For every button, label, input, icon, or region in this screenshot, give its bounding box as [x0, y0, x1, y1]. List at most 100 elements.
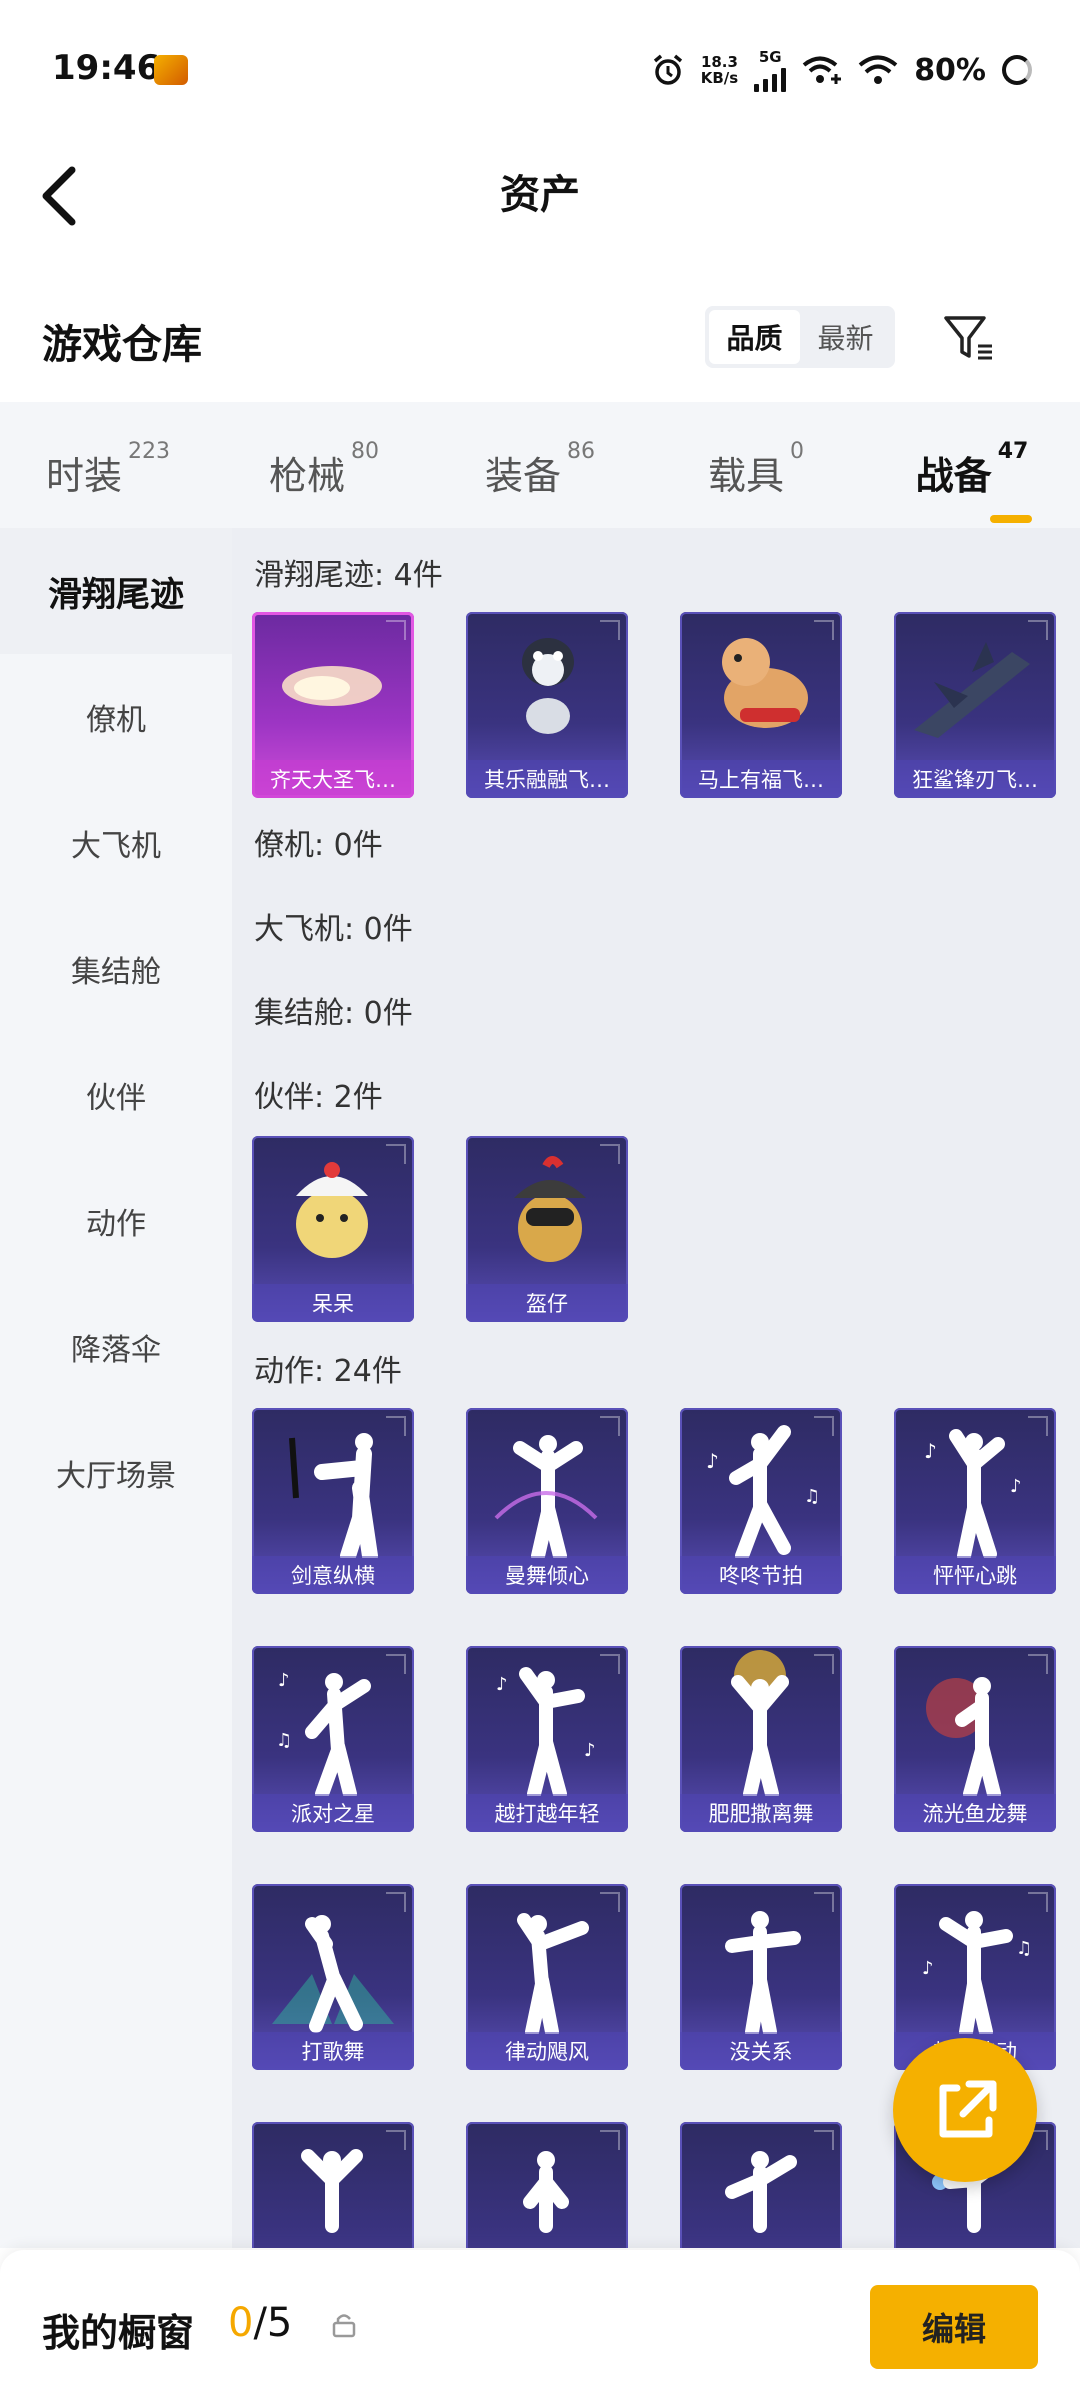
item-name: 越打越年轻 [466, 1794, 628, 1832]
item-image [731, 1650, 789, 1796]
item-name: 曼舞倾心 [466, 1556, 628, 1594]
item-image [914, 642, 1030, 738]
section-label-glide: 滑翔尾迹: 4件 [254, 558, 443, 593]
sort-newest-button[interactable]: 最新 [800, 310, 891, 364]
sidebar-item-wingman[interactable]: 僚机 [0, 654, 232, 780]
item-name: 怦怦心跳 [894, 1556, 1056, 1594]
item-card[interactable]: 剑意纵横 [252, 1408, 414, 1594]
battery-icon [1002, 55, 1032, 85]
lock-icon [332, 2314, 356, 2338]
svg-text:♪: ♪ [924, 1439, 937, 1463]
signal-icon [754, 66, 787, 92]
item-name: 打歌舞 [252, 2032, 414, 2070]
sidebar-item-lobby-scene[interactable]: 大厅场景 [0, 1410, 232, 1536]
sort-quality-button[interactable]: 品质 [709, 310, 800, 364]
wifi-icon [858, 55, 898, 84]
item-name: 律动飓风 [466, 2032, 628, 2070]
item-card[interactable]: 律动飓风 [466, 1884, 628, 2070]
item-card[interactable] [680, 2122, 842, 2248]
tab-vehicles[interactable]: 载具 0 [648, 425, 864, 505]
item-image [926, 1677, 1001, 1796]
item-image: ♪♫ [922, 1911, 1032, 2034]
item-image [725, 2151, 797, 2233]
app-notification-icon [154, 55, 188, 85]
svg-text:♪: ♪ [278, 1670, 290, 1691]
warehouse-title: 游戏仓库 [42, 322, 202, 368]
item-name: 咚咚节拍 [680, 1556, 842, 1594]
sidebar-item-parachute[interactable]: 降落伞 [0, 1284, 232, 1410]
item-card[interactable]: 肥肥撒离舞 [680, 1646, 842, 1832]
svg-text:♪: ♪ [922, 1958, 934, 1979]
item-name: 狂鲨锋刃飞… [894, 760, 1056, 798]
showcase-bar: 我的橱窗 0/5 编辑 [0, 2250, 1080, 2400]
item-card[interactable]: 齐天大圣飞… [252, 612, 414, 798]
tab-fashion[interactable]: 时装 223 [0, 425, 216, 505]
wifi-plus-icon [802, 56, 842, 84]
item-card[interactable]: 其乐融融飞… [466, 612, 628, 798]
status-icons: 18.3 KB/s 5G 80% [651, 48, 1032, 92]
section-label-emote: 动作: 24件 [254, 1354, 402, 1389]
item-name: 呆呆 [252, 1284, 414, 1322]
sidebar-item-emote[interactable]: 动作 [0, 1158, 232, 1284]
item-image [272, 1915, 394, 2033]
alarm-icon [653, 54, 682, 85]
item-image [296, 1162, 368, 1258]
item-image: ♪♪ [496, 1667, 596, 1796]
item-card[interactable]: 狂鲨锋刃飞… [894, 612, 1056, 798]
item-card[interactable]: 盔仔 [466, 1136, 628, 1322]
item-card[interactable]: 马上有福飞… [680, 612, 842, 798]
item-image [517, 1913, 589, 2034]
signal-group: 5G [754, 48, 787, 92]
external-link-icon [939, 2080, 997, 2138]
title-bar: 资产 [0, 140, 1080, 250]
share-fab-button[interactable] [893, 2038, 1037, 2182]
sidebar-item-big-plane[interactable]: 大飞机 [0, 780, 232, 906]
section-label-wingman: 僚机: 0件 [254, 828, 383, 863]
category-tabs: 时装 223 枪械 80 装备 86 载具 0 战备 47 [0, 402, 1080, 528]
item-card[interactable]: 没关系 [680, 1884, 842, 2070]
item-card[interactable]: 曼舞倾心 [466, 1408, 628, 1594]
item-name: 肥肥撒离舞 [680, 1794, 842, 1832]
item-card[interactable] [252, 2122, 414, 2248]
item-image [722, 638, 808, 728]
item-card[interactable] [466, 2122, 628, 2248]
sidebar-item-partner[interactable]: 伙伴 [0, 1032, 232, 1158]
network-type: 5G [758, 48, 782, 66]
showcase-count: 0/5 [228, 2300, 293, 2346]
sort-toggle: 品质 最新 [705, 306, 895, 368]
tab-gear[interactable]: 战备 47 [864, 425, 1080, 523]
sidebar-item-pod[interactable]: 集结舱 [0, 906, 232, 1032]
item-card[interactable]: ♪ ♫ 派对之星 [252, 1646, 414, 1832]
tab-equipment[interactable]: 装备 86 [432, 425, 648, 505]
svg-text:♫: ♫ [1016, 1938, 1032, 1959]
network-speed: 18.3 KB/s [700, 53, 739, 87]
item-card[interactable]: ♪ ♫ 咚咚节拍 [680, 1408, 842, 1594]
item-name: 派对之星 [252, 1794, 414, 1832]
item-image: ♪♫ [706, 1425, 820, 1558]
item-image [282, 666, 382, 706]
section-label-pod: 集结舱: 0件 [254, 996, 413, 1031]
item-card[interactable]: 流光鱼龙舞 [894, 1646, 1056, 1832]
item-image [514, 1156, 586, 1262]
svg-text:♪: ♪ [496, 1674, 508, 1695]
item-card[interactable]: 打歌舞 [252, 1884, 414, 2070]
item-card[interactable]: ♪ ♪ 怦怦心跳 [894, 1408, 1056, 1594]
section-label-plane: 大飞机: 0件 [254, 912, 413, 947]
item-image: ♪♪ [924, 1429, 1022, 1558]
item-card[interactable]: ♪ ♪ 越打越年轻 [466, 1646, 628, 1832]
edit-button[interactable]: 编辑 [870, 2285, 1038, 2369]
item-card[interactable]: 呆呆 [252, 1136, 414, 1322]
item-image [522, 638, 574, 734]
svg-text:♪: ♪ [584, 1740, 596, 1761]
filter-button[interactable] [938, 308, 998, 368]
item-image [725, 1911, 801, 2034]
svg-text:♪: ♪ [706, 1449, 719, 1473]
tab-guns[interactable]: 枪械 80 [216, 425, 432, 505]
battery-percent: 80% [914, 52, 986, 88]
item-name: 流光鱼龙舞 [894, 1794, 1056, 1832]
item-image: ♪♫ [276, 1670, 371, 1796]
showcase-label: 我的橱窗 [42, 2311, 195, 2355]
sidebar-item-glide-trail[interactable]: 滑翔尾迹 [0, 528, 232, 654]
item-name: 齐天大圣飞… [252, 760, 414, 798]
item-image [523, 2151, 569, 2233]
